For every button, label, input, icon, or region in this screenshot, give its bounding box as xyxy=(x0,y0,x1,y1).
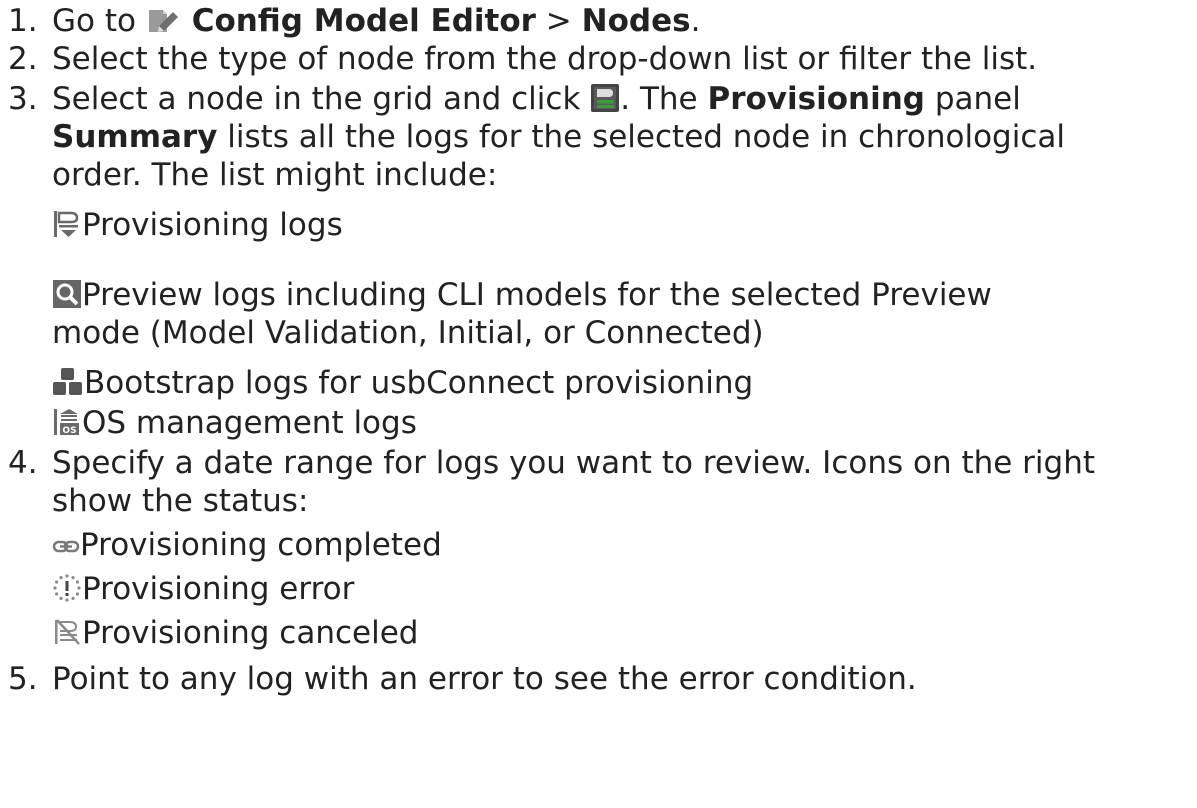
step-text: panel xyxy=(924,81,1021,117)
step-number: 5. xyxy=(8,661,38,697)
step-text: . The xyxy=(620,81,708,117)
step-2: 2. Select the type of node from the drop-… xyxy=(0,40,1197,78)
log-type-bootstrap: Bootstrap logs for usbConnect provisioni… xyxy=(0,364,1197,402)
os-management-logs-icon: OS xyxy=(52,407,82,437)
step-number: 2. xyxy=(8,41,38,77)
step-number: 1. xyxy=(8,3,38,39)
svg-text:OS: OS xyxy=(62,426,76,436)
step-3: 3. Select a node in the grid and click . … xyxy=(0,80,1197,118)
log-type-os-management: OS OS management logs xyxy=(0,404,1197,442)
step-5: 5. Point to any log with an error to see … xyxy=(0,660,1197,698)
step-text: show the status: xyxy=(52,483,309,519)
step-number: 3. xyxy=(8,81,38,117)
link-icon xyxy=(52,533,80,559)
step-text: Select a node in the grid and click xyxy=(52,81,591,117)
step-text: lists all the logs for the selected node… xyxy=(217,119,1065,155)
status-canceled: Provisioning canceled xyxy=(0,614,1197,652)
log-type-label: Provisioning logs xyxy=(82,207,343,243)
path-separator: > xyxy=(535,3,582,39)
step-text-end: . xyxy=(690,3,701,39)
provisioning-panel-icon xyxy=(590,83,620,113)
provisioning-label: Provisioning xyxy=(707,81,925,117)
log-type-provisioning: Provisioning logs xyxy=(0,206,1197,244)
summary-label: Summary xyxy=(52,119,218,155)
step-3-line-3: order. The list might include: xyxy=(0,156,1197,194)
status-label: Provisioning error xyxy=(82,571,355,607)
step-4: 4. Specify a date range for logs you want… xyxy=(0,444,1197,482)
status-completed: Provisioning completed xyxy=(0,526,1197,564)
log-type-preview: Preview logs including CLI models for th… xyxy=(0,276,1197,314)
menu-path-nodes: Nodes xyxy=(581,3,691,39)
config-model-editor-icon xyxy=(146,7,182,35)
step-text: Point to any log with an error to see th… xyxy=(52,661,917,697)
provisioning-logs-icon xyxy=(52,209,82,239)
step-3-line-2: Summary lists all the logs for the selec… xyxy=(0,118,1197,156)
error-burst-icon xyxy=(52,573,82,603)
step-text: order. The list might include: xyxy=(52,157,498,193)
step-text: Select the type of node from the drop-do… xyxy=(52,41,1038,77)
bootstrap-logs-icon xyxy=(52,367,84,397)
preview-logs-icon xyxy=(52,279,82,309)
step-4-line-2: show the status: xyxy=(0,482,1197,520)
log-type-label: OS management logs xyxy=(82,405,417,441)
log-type-label: Bootstrap logs for usbConnect provisioni… xyxy=(84,365,754,401)
step-number: 4. xyxy=(8,445,38,481)
instruction-document: 1. Go to Config Model Editor > Nodes. 2. S… xyxy=(0,0,1197,808)
log-type-preview-line-2: mode (Model Validation, Initial, or Conn… xyxy=(0,314,1197,352)
status-label: Provisioning completed xyxy=(80,527,442,563)
step-1: 1. Go to Config Model Editor > Nodes. xyxy=(0,2,1197,40)
log-type-label: mode (Model Validation, Initial, or Conn… xyxy=(52,315,764,351)
menu-path-config-model-editor: Config Model Editor xyxy=(191,3,536,39)
step-text: Go to xyxy=(52,3,146,39)
log-type-label: Preview logs including CLI models for th… xyxy=(82,277,992,313)
status-label: Provisioning canceled xyxy=(82,615,419,651)
status-error: Provisioning error xyxy=(0,570,1197,608)
step-text: Specify a date range for logs you want t… xyxy=(52,445,1096,481)
canceled-icon xyxy=(52,617,82,647)
